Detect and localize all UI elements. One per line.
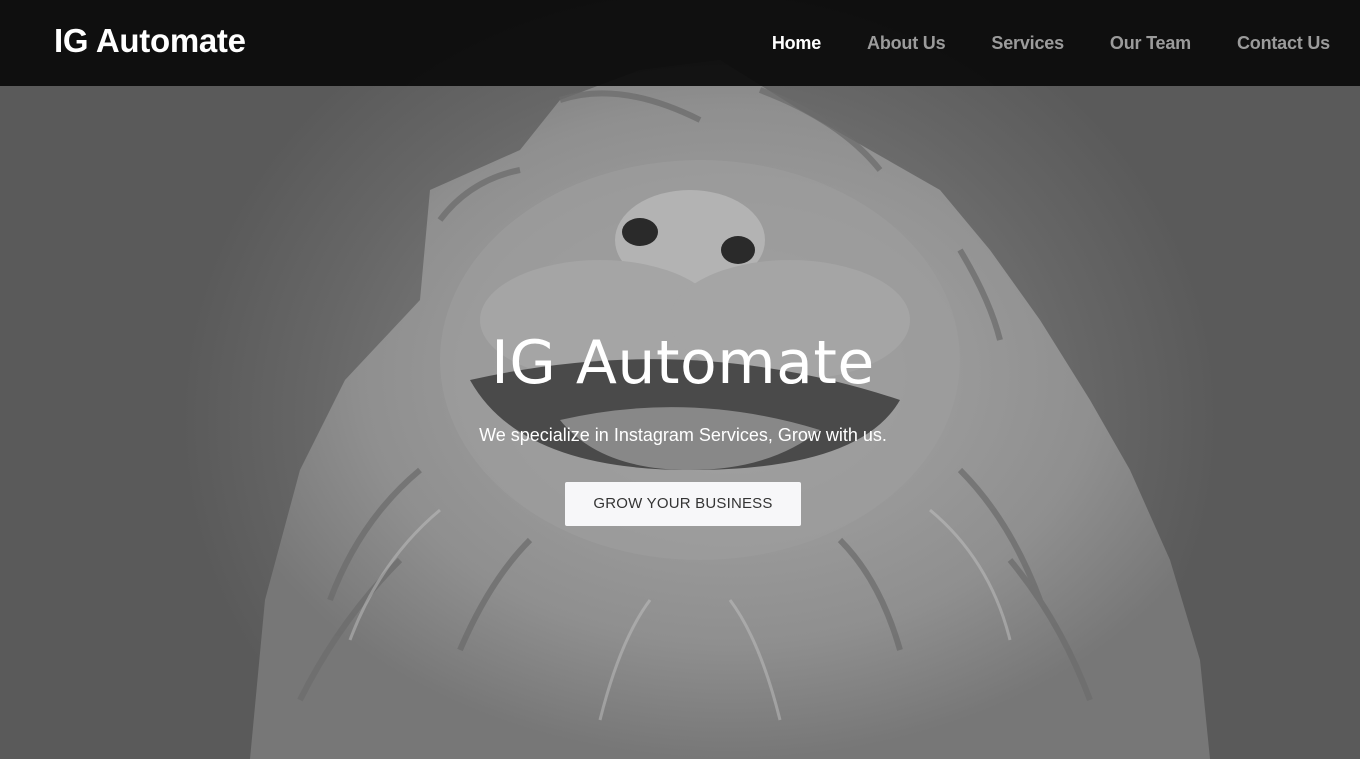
nav-item-home[interactable]: Home (772, 33, 821, 53)
brand-logo-link[interactable]: IG Automate (54, 19, 246, 63)
grow-your-business-button[interactable]: GROW YOUR BUSINESS (565, 482, 801, 526)
page: IG Automate Home About Us Services Our T… (0, 0, 1360, 759)
nav-item-contact-us[interactable]: Contact Us (1237, 33, 1330, 53)
hero-content: IG Automate We specialize in Instagram S… (0, 322, 1360, 526)
hero-title: IG Automate (491, 328, 875, 398)
nav-item-services[interactable]: Services (991, 33, 1064, 53)
nav-item-about-us[interactable]: About Us (867, 33, 946, 53)
hero-subtitle: We specialize in Instagram Services, Gro… (479, 425, 887, 445)
navbar: IG Automate Home About Us Services Our T… (0, 0, 1360, 86)
nav-item-our-team[interactable]: Our Team (1110, 33, 1191, 53)
nav-menu: Home About Us Services Our Team Contact … (726, 0, 1330, 86)
